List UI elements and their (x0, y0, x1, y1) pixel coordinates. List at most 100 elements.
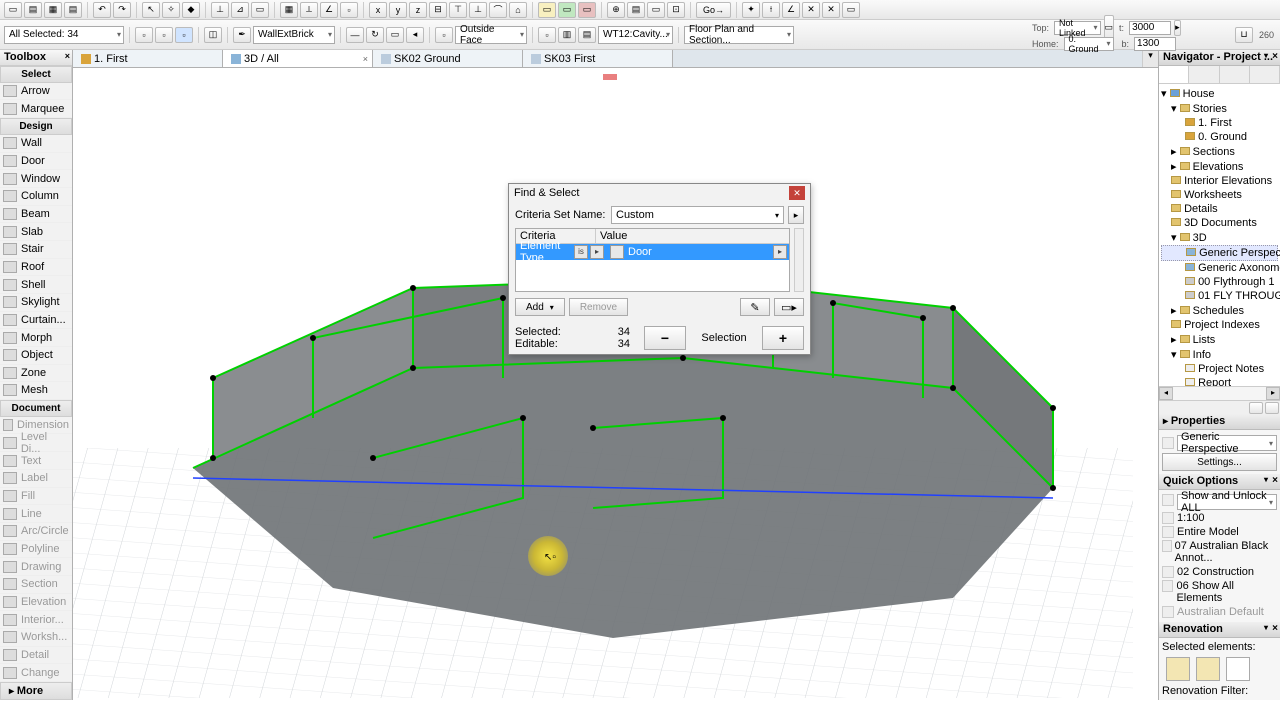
operator-drop[interactable]: is (574, 245, 588, 259)
tool-worksheet[interactable]: Worksh... (0, 629, 72, 647)
qo-layers-drop[interactable]: Show and Unlock ALL (1177, 494, 1277, 510)
criteria-row[interactable]: Element Type is ▸ Door ▸ (516, 244, 789, 260)
tree-first[interactable]: 1. First (1161, 116, 1278, 130)
tool-skylight[interactable]: Skylight (0, 294, 72, 312)
magic-wand-icon[interactable]: ✧ (162, 2, 180, 18)
tree-notes[interactable]: Project Notes (1161, 362, 1278, 376)
tree-fly1[interactable]: 00 Flythrough 1 (1161, 275, 1278, 289)
walk-icon[interactable]: ✦ (742, 2, 760, 18)
group-document[interactable]: Document (0, 400, 72, 417)
tool-text[interactable]: Text (0, 452, 72, 470)
dim-x-icon[interactable]: x (369, 2, 387, 18)
composite-icon[interactable]: ▤ (578, 27, 596, 43)
home-icon[interactable]: ⌂ (509, 2, 527, 18)
tool-column[interactable]: Column (0, 188, 72, 206)
ruler-icon[interactable]: ⟊ (762, 2, 780, 18)
tool-arrow[interactable]: Arrow (0, 83, 72, 101)
settings-button[interactable]: Settings... (1162, 453, 1277, 471)
selection-info-drop[interactable]: All Selected: 34 (4, 26, 124, 44)
reno-demo-button[interactable] (1226, 657, 1250, 681)
tab-overflow-icon[interactable]: ▾ (1142, 50, 1158, 67)
refline4-icon[interactable]: ◂ (406, 27, 424, 43)
criteria-field[interactable]: Element Type (516, 240, 574, 264)
composite-drop[interactable]: WT12:Cavity... (598, 26, 673, 44)
ren-demo-icon[interactable]: ▭ (578, 2, 596, 18)
viewmap-icon[interactable]: ▤ (627, 2, 645, 18)
scroll-right-icon[interactable]: ▸ (1266, 387, 1280, 400)
structure-icon[interactable]: ▥ (558, 27, 576, 43)
dialog-titlebar[interactable]: Find & Select ✕ (509, 184, 810, 202)
measure-icon[interactable]: ⟂ (300, 2, 318, 18)
close-icon[interactable]: × (1272, 51, 1278, 62)
close-icon[interactable]: ✕ (789, 186, 805, 200)
close-icon[interactable]: × (1272, 623, 1278, 634)
ok-icon[interactable]: ✕ (822, 2, 840, 18)
collapse-icon[interactable]: ▾ (1264, 623, 1268, 632)
tree-sections[interactable]: ▸ Sections (1161, 144, 1278, 159)
tool-wall[interactable]: Wall (0, 135, 72, 153)
width-field[interactable] (1129, 21, 1171, 35)
tool-icon[interactable]: ▫ (340, 2, 358, 18)
select-button[interactable]: + (762, 326, 804, 350)
redo-icon[interactable]: ↷ (113, 2, 131, 18)
value-arrow-icon[interactable]: ▸ (773, 245, 787, 259)
tool-mesh[interactable]: Mesh (0, 382, 72, 400)
tree-hscroll[interactable]: ◂▸ (1159, 386, 1280, 400)
qo-mvo[interactable]: 02 Construction (1177, 566, 1254, 578)
eyedrop-icon[interactable]: ✒ (233, 27, 251, 43)
split-icon[interactable]: ⊟ (429, 2, 447, 18)
home-story-drop[interactable]: 0. Ground (1064, 37, 1114, 51)
viewtype-drop[interactable]: Floor Plan and Section... (684, 26, 794, 44)
add-criteria-button[interactable]: Add (515, 298, 565, 316)
cancel-icon[interactable]: ✕ (802, 2, 820, 18)
print-icon[interactable]: ▤ (64, 2, 82, 18)
grid-icon[interactable]: ▦ (280, 2, 298, 18)
cursor-icon[interactable]: ↖ (142, 2, 160, 18)
tree-details[interactable]: Details (1161, 202, 1278, 216)
tool-beam[interactable]: Beam (0, 206, 72, 224)
value-field[interactable]: Door (626, 246, 773, 258)
tool-drawing[interactable]: Drawing (0, 558, 72, 576)
tree-worksheets[interactable]: Worksheets (1161, 188, 1278, 202)
tree-indexes[interactable]: Project Indexes (1161, 318, 1278, 332)
tree-report[interactable]: Report (1161, 376, 1278, 386)
qo-penset[interactable]: 07 Australian Black Annot... (1175, 540, 1277, 564)
collapse-icon[interactable]: ▾ (1264, 475, 1268, 484)
qo-structure[interactable]: Entire Model (1177, 526, 1239, 538)
close-icon[interactable]: × (363, 54, 368, 64)
tool-stair[interactable]: Stair (0, 241, 72, 259)
option-icon[interactable]: ⊡ (667, 2, 685, 18)
criteria-scroll[interactable] (794, 228, 804, 292)
refline2-icon[interactable]: ↻ (366, 27, 384, 43)
geometry1-icon[interactable]: ▫ (135, 27, 153, 43)
tab-sk02[interactable]: SK02 Ground (373, 50, 523, 67)
tree-3d[interactable]: ▾ 3D (1161, 230, 1278, 245)
criteria-store-button[interactable]: ▸ (788, 206, 804, 224)
tool-shell[interactable]: Shell (0, 276, 72, 294)
top-link-drop[interactable]: Not Linked (1054, 21, 1101, 35)
tool-fill[interactable]: Fill (0, 488, 72, 506)
new-icon[interactable]: ▭ (4, 2, 22, 18)
tool-change[interactable]: Change (0, 664, 72, 682)
tool-label[interactable]: Label (0, 470, 72, 488)
nav-new-icon[interactable] (1249, 402, 1263, 414)
tool-window[interactable]: Window (0, 170, 72, 188)
reno-existing-button[interactable] (1166, 657, 1190, 681)
copy-settings-icon[interactable]: ▭▸ (774, 298, 804, 316)
nav-del-icon[interactable] (1265, 402, 1279, 414)
snap1-icon[interactable]: ⊥ (211, 2, 229, 18)
tool-detail[interactable]: Detail (0, 647, 72, 665)
tree-fly2[interactable]: 01 FLY THROUGH (1161, 289, 1278, 303)
navigator-tree[interactable]: ▾ House ▾ Stories 1. First 0. Ground ▸ S… (1159, 84, 1280, 386)
view-name-drop[interactable]: Generic Perspective (1177, 435, 1277, 451)
tool-slab[interactable]: Slab (0, 223, 72, 241)
geometry2-icon[interactable]: ▫ (155, 27, 173, 43)
tool-roof[interactable]: Roof (0, 259, 72, 277)
remove-criteria-button[interactable]: Remove (569, 298, 628, 316)
tab-sk03[interactable]: SK03 First (523, 50, 673, 67)
tree-generic-persp[interactable]: Generic Perspective (1161, 245, 1278, 261)
extend-icon[interactable]: ⊥ (469, 2, 487, 18)
tree-elevations[interactable]: ▸ Elevations (1161, 159, 1278, 174)
tree-schedules[interactable]: ▸ Schedules (1161, 303, 1278, 318)
close-icon[interactable]: × (65, 51, 70, 61)
